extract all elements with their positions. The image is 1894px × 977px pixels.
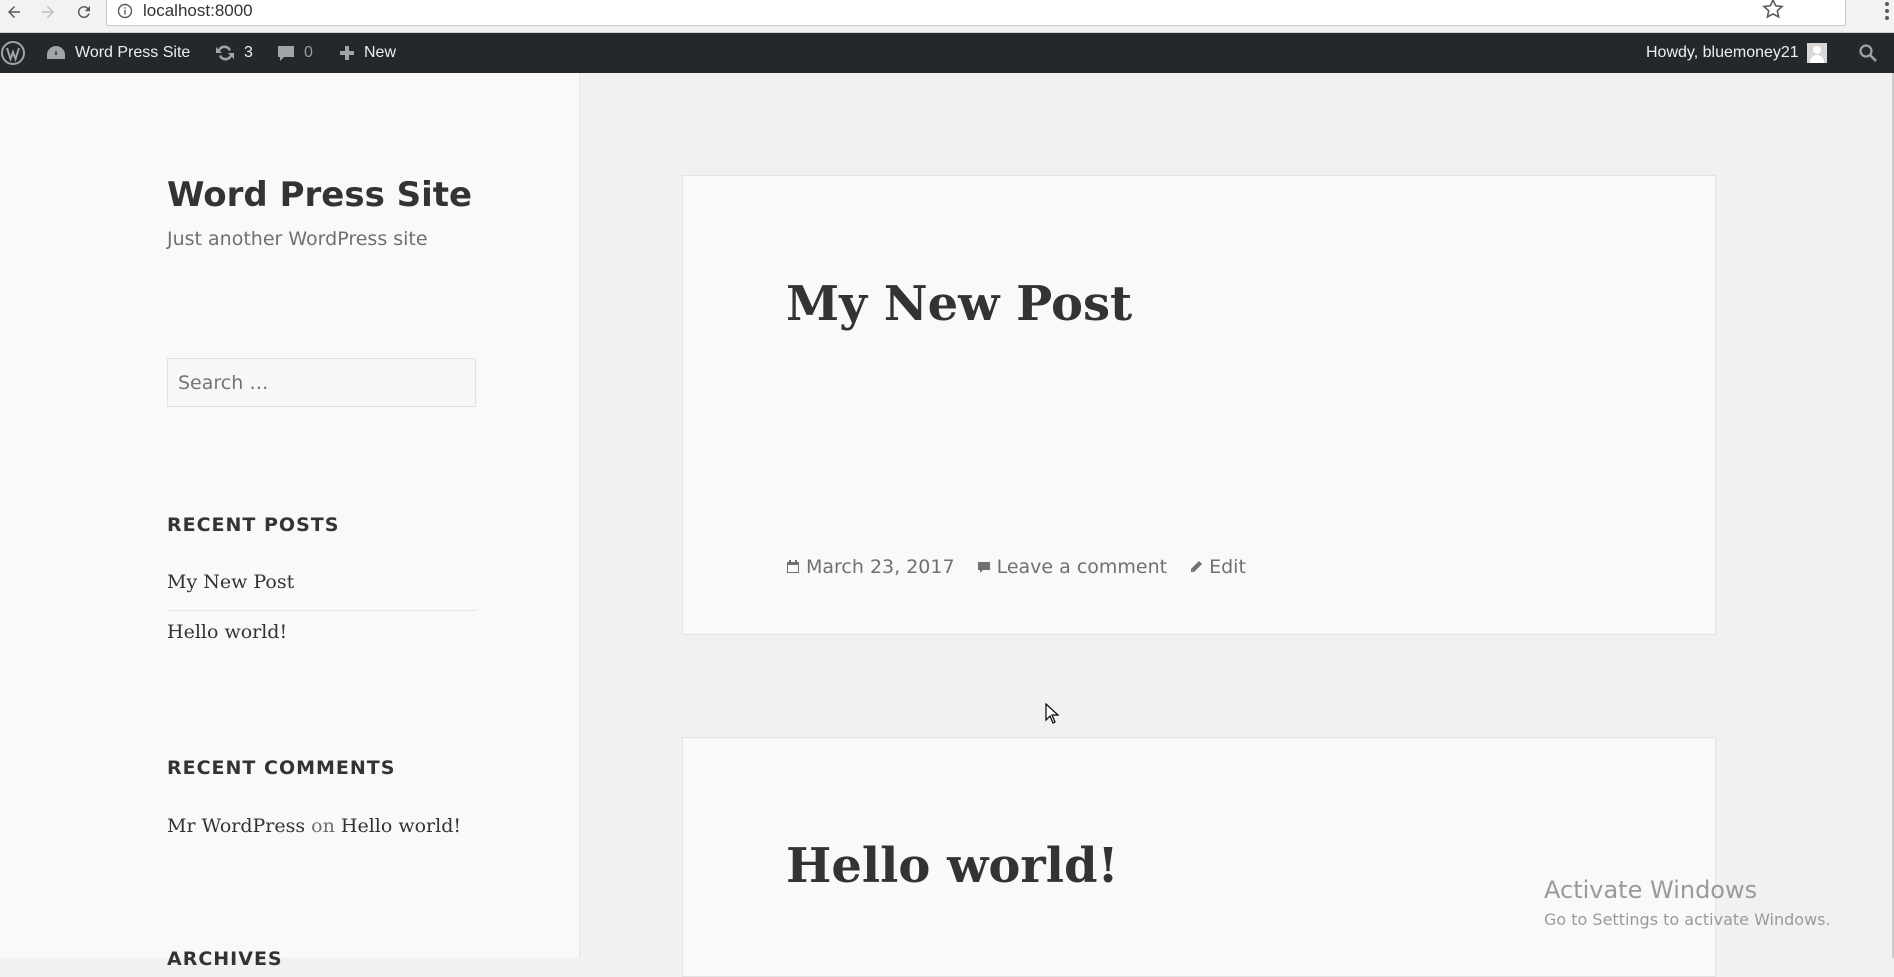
wp-logo-menu[interactable] [0,33,26,73]
recent-post-link[interactable]: My New Post [167,571,294,593]
post-date[interactable]: March 23, 2017 [786,556,955,578]
back-button[interactable] [2,0,26,24]
search-icon [1859,44,1877,62]
post-title[interactable]: Hello world! [786,838,1119,894]
sidebar: Word Press Site Just another WordPress s… [0,73,580,970]
comments-menu[interactable]: 0 [276,33,313,73]
browser-menu-icon[interactable] [1882,0,1892,24]
back-arrow-icon [8,6,20,18]
comment-author-link[interactable]: Mr WordPress [167,815,305,837]
page-body: Word Press Site Just another WordPress s… [0,73,1894,977]
reload-button[interactable] [72,0,96,24]
browser-toolbar: localhost:8000 [0,0,1894,33]
updates-menu[interactable]: 3 [214,33,253,73]
reload-icon [77,6,90,19]
dashboard-icon [47,46,65,59]
site-description: Just another WordPress site [167,228,428,250]
updates-icon [216,45,234,61]
new-label: New [364,44,397,61]
activation-watermark-title: Activate Windows [1544,876,1758,904]
search-input[interactable] [167,358,476,407]
leave-comment-link[interactable]: Leave a comment [977,556,1168,578]
archives-heading: ARCHIVES [167,948,283,970]
comments-count: 0 [304,44,313,61]
site-name-label: Word Press Site [75,44,191,61]
recent-comments-heading: RECENT COMMENTS [167,757,396,779]
wordpress-logo-icon [1,41,25,65]
admin-search-button[interactable] [1858,33,1878,73]
url-text: localhost:8000 [143,1,253,20]
recent-post-link[interactable]: Hello world! [167,621,287,643]
plus-icon [340,46,354,60]
edit-text: Edit [1209,556,1246,578]
info-icon [117,3,133,19]
post-card: Hello world! [682,737,1716,977]
comment-post-link[interactable]: Hello world! [341,815,461,837]
activation-watermark-subtitle: Go to Settings to activate Windows. [1544,910,1831,929]
avatar [1806,43,1827,63]
updates-count: 3 [244,44,253,61]
site-title[interactable]: Word Press Site [167,175,472,215]
pencil-icon [1191,561,1203,572]
edit-link[interactable]: Edit [1189,556,1246,578]
divider [167,610,477,611]
new-content-menu[interactable]: New [338,33,396,73]
calendar-icon [787,560,799,573]
account-menu[interactable]: Howdy, bluemoney21 [1646,33,1827,73]
post-date-text: March 23, 2017 [806,556,955,578]
forward-button[interactable] [36,0,60,24]
bookmark-star-icon[interactable] [1761,0,1785,21]
leave-comment-text: Leave a comment [996,556,1168,578]
greeting-label: Howdy, bluemoney21 [1646,44,1799,61]
wp-admin-bar: Word Press Site 3 0 New Howdy, bluemoney… [0,33,1894,73]
address-bar[interactable]: localhost:8000 [106,0,1846,26]
recent-posts-heading: RECENT POSTS [167,514,340,536]
comment-bubble-icon [278,46,294,61]
post-title[interactable]: My New Post [786,276,1132,332]
comment-connector: on [311,815,335,837]
post-card: My New Post March 23, 2017 Leave a comme… [682,175,1716,635]
recent-comment-item: Mr WordPress on Hello world! [167,815,461,837]
main-content: My New Post March 23, 2017 Leave a comme… [580,73,1894,977]
comment-icon [977,562,990,573]
mouse-cursor-icon [1045,703,1060,724]
post-meta: March 23, 2017 Leave a comment Edit [786,556,1268,578]
site-name-menu[interactable]: Word Press Site [45,33,190,73]
forward-arrow-icon [42,6,54,18]
